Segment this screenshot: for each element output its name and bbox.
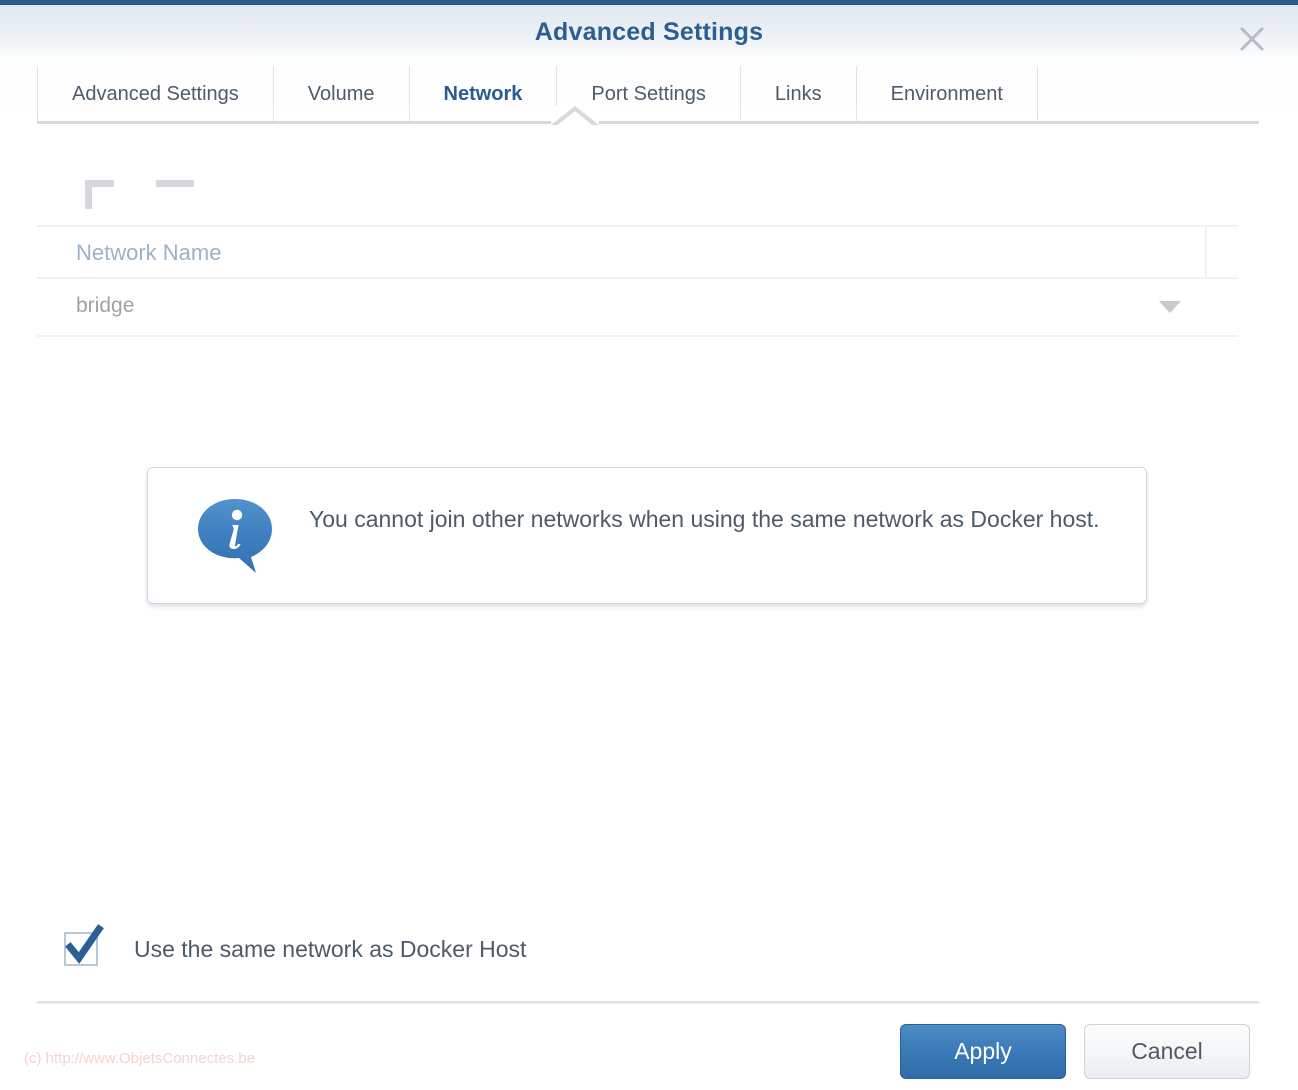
tab-label: Network [443,82,523,105]
use-docker-host-network-checkbox-row[interactable]: Use the same network as Docker Host [64,924,527,966]
tab-advanced-settings[interactable]: Advanced Settings [37,66,273,122]
info-message-box: You cannot join other networks when usin… [147,467,1147,604]
close-button[interactable] [1230,17,1274,61]
dialog-titlebar: Advanced Settings [0,5,1298,62]
table-header-row: Network Name [37,225,1238,279]
apply-button-label: Apply [954,1038,1012,1064]
chevron-down-icon[interactable] [1159,301,1181,313]
tab-links[interactable]: Links [739,66,856,122]
footer-divider [37,1001,1259,1004]
tab-list: Advanced Settings Volume Network Port Se… [37,66,1038,122]
tab-label: Advanced Settings [72,82,239,105]
cancel-button-label: Cancel [1131,1038,1203,1064]
table-row[interactable]: bridge [37,279,1238,337]
add-network-button[interactable] [62,158,114,209]
cancel-button[interactable]: Cancel [1084,1024,1250,1079]
remove-network-button[interactable] [133,158,194,203]
tab-label: Port Settings [591,82,706,105]
footer-button-group: Apply Cancel [900,1024,1250,1079]
info-speech-bubble-icon [194,495,276,577]
use-docker-host-network-checkbox[interactable] [64,924,104,966]
network-toolbar [62,158,194,209]
tab-volume[interactable]: Volume [272,66,409,122]
network-table: Network Name bridge [37,225,1238,337]
apply-button[interactable]: Apply [900,1024,1066,1079]
watermark-text: (c) http://www.ObjetsConnectes.be [24,1050,255,1067]
tab-label: Environment [890,82,1003,105]
page-title: Advanced Settings [534,18,764,46]
tab-underline [37,121,1259,124]
tab-label: Links [774,82,822,105]
info-message-text: You cannot join other networks when usin… [309,506,1100,532]
tab-environment[interactable]: Environment [855,66,1038,122]
close-icon [1238,25,1266,53]
tab-bar: Advanced Settings Volume Network Port Se… [0,62,1298,122]
cell-network-name: bridge [76,294,135,317]
use-docker-host-network-label: Use the same network as Docker Host [134,935,527,962]
column-header-network-name[interactable]: Network Name [76,240,221,266]
active-tab-indicator-caret [551,106,599,125]
column-resize-handle[interactable] [1205,227,1207,277]
tab-label: Volume [307,82,375,105]
advanced-settings-dialog: Advanced Settings Advanced Settings Volu… [0,0,1298,1090]
tab-network[interactable]: Network [408,66,557,122]
